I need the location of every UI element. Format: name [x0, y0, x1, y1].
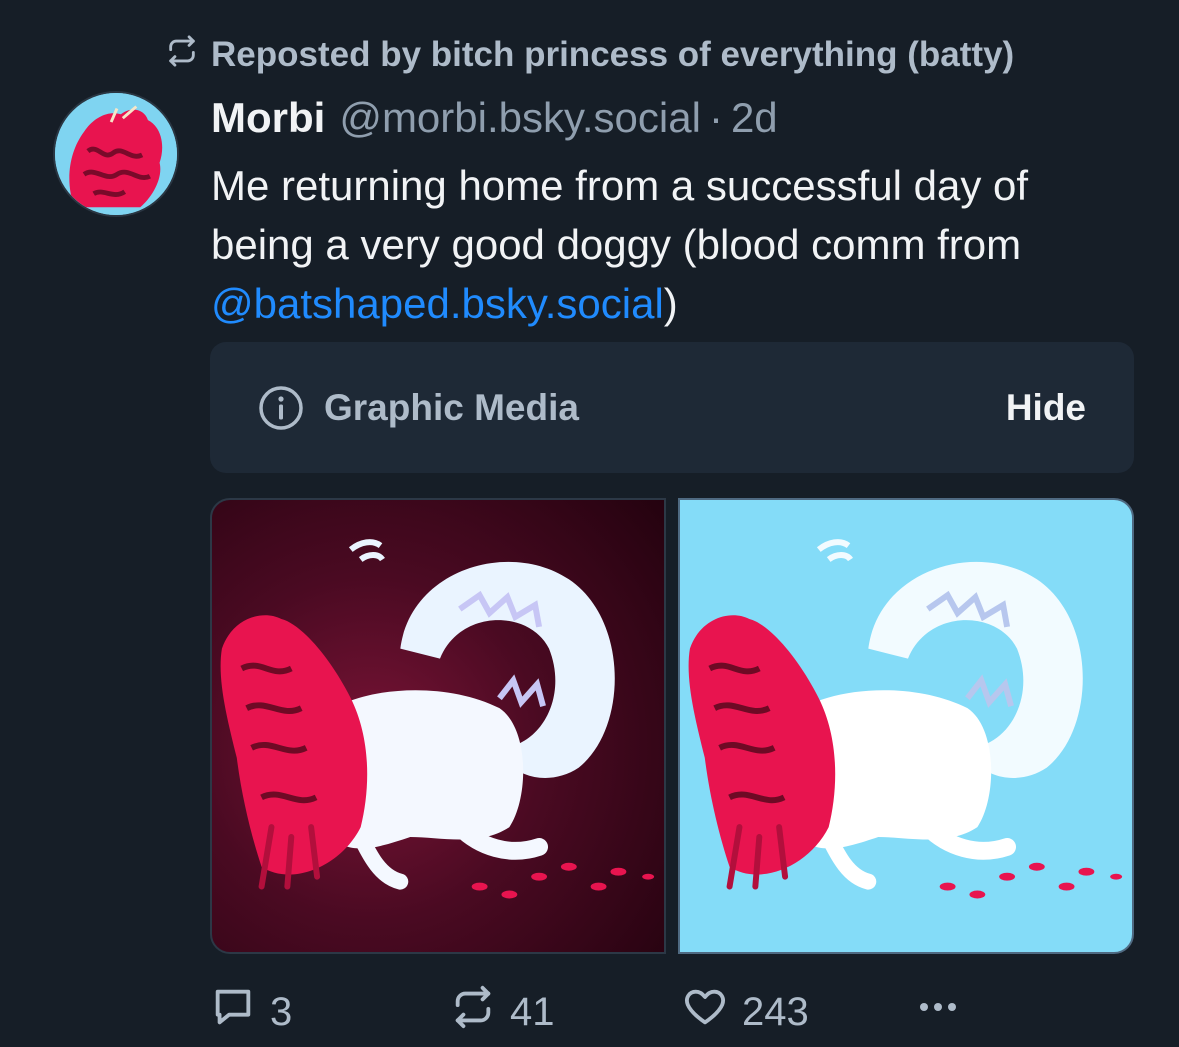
post-text-end: ) — [663, 280, 678, 327]
more-options-button[interactable] — [915, 985, 961, 1039]
hide-button[interactable]: Hide — [1006, 387, 1086, 429]
image-blue-artwork[interactable] — [678, 498, 1134, 954]
like-count: 243 — [742, 989, 809, 1034]
content-warning-banner: Graphic Media Hide — [210, 342, 1134, 473]
post-timestamp[interactable]: 2d — [731, 94, 778, 142]
info-icon — [258, 385, 304, 431]
repost-label: Reposted by bitch princess of everything… — [211, 35, 1015, 74]
mention-link[interactable]: @batshaped.bsky.social — [211, 280, 664, 327]
post-header: Morbi @morbi.bsky.social · 2d — [211, 94, 778, 148]
repost-indicator[interactable]: Reposted by bitch princess of everything… — [165, 32, 1014, 78]
post-text-body: Me returning home from a successful day … — [211, 162, 1029, 268]
author-display-name[interactable]: Morbi — [211, 94, 325, 142]
separator-dot: · — [708, 94, 723, 141]
post-text: Me returning home from a successful day … — [211, 156, 1131, 333]
image-dark-artwork[interactable] — [210, 498, 666, 954]
post-actions: 3 41 243 — [210, 985, 1110, 1039]
repost-count: 41 — [510, 989, 555, 1034]
author-handle[interactable]: @morbi.bsky.social — [339, 94, 701, 142]
repost-button[interactable]: 41 — [450, 985, 555, 1039]
repost-action-icon — [450, 984, 496, 1040]
content-warning-label: Graphic Media — [324, 386, 579, 428]
ellipsis-icon — [915, 984, 961, 1040]
avatar[interactable] — [53, 91, 179, 217]
repost-icon — [165, 34, 199, 77]
like-button[interactable]: 243 — [682, 985, 809, 1039]
reply-count: 3 — [270, 989, 293, 1034]
heart-icon — [682, 984, 728, 1040]
reply-icon — [210, 984, 256, 1040]
post-card[interactable]: Reposted by bitch princess of everything… — [0, 0, 1179, 1047]
reply-button[interactable]: 3 — [210, 985, 292, 1039]
